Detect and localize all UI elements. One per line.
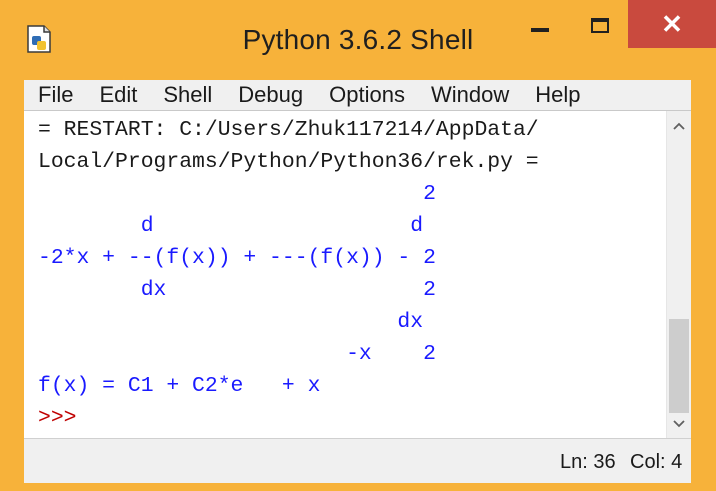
output-line: -2*x + --(f(x)) + ---(f(x)) - 2 [38, 246, 436, 270]
scroll-down-arrow-icon[interactable] [667, 413, 691, 435]
menu-file[interactable]: File [24, 82, 86, 108]
shell-text-area[interactable]: = RESTART: C:/Users/Zhuk117214/AppData/ … [24, 111, 667, 439]
output-line: f(x) = C1 + C2*e + x [38, 374, 321, 398]
output-line: -x 2 [38, 342, 436, 366]
scrollbar-thumb[interactable] [669, 319, 689, 413]
menu-shell[interactable]: Shell [150, 82, 225, 108]
menu-options[interactable]: Options [316, 82, 418, 108]
close-icon: ✕ [661, 8, 683, 39]
scroll-up-arrow-icon[interactable] [667, 115, 691, 137]
column-number-status: Col: 4 [630, 451, 683, 473]
maximize-icon [591, 17, 609, 33]
menu-bar: File Edit Shell Debug Options Window Hel… [24, 80, 691, 110]
close-button[interactable]: ✕ [628, 0, 716, 48]
menu-debug[interactable]: Debug [225, 82, 316, 108]
menu-edit[interactable]: Edit [86, 82, 150, 108]
line-number-status: Ln: 36 [560, 451, 616, 473]
menu-window[interactable]: Window [418, 82, 522, 108]
output-line: = RESTART: C:/Users/Zhuk117214/AppData/ [38, 118, 539, 142]
python-shell-window: Python 3.6.2 Shell ✕ File Edit Shell Deb… [0, 0, 716, 491]
status-bar: Ln: 36 Col: 4 [24, 438, 691, 483]
shell-editor[interactable]: = RESTART: C:/Users/Zhuk117214/AppData/ … [24, 110, 691, 439]
minimize-button[interactable] [510, 0, 570, 50]
maximize-button[interactable] [570, 0, 630, 50]
output-line: 2 [38, 182, 436, 206]
vertical-scrollbar[interactable] [666, 111, 691, 439]
shell-prompt[interactable]: >>> [38, 402, 77, 434]
menu-help[interactable]: Help [522, 82, 593, 108]
output-line: Local/Programs/Python/Python36/rek.py = [38, 150, 539, 174]
output-line: dx 2 [38, 278, 436, 302]
output-line: dx [38, 310, 424, 334]
title-bar[interactable]: Python 3.6.2 Shell ✕ [0, 0, 716, 80]
output-line: d d [38, 214, 424, 238]
minimize-icon [531, 28, 549, 32]
